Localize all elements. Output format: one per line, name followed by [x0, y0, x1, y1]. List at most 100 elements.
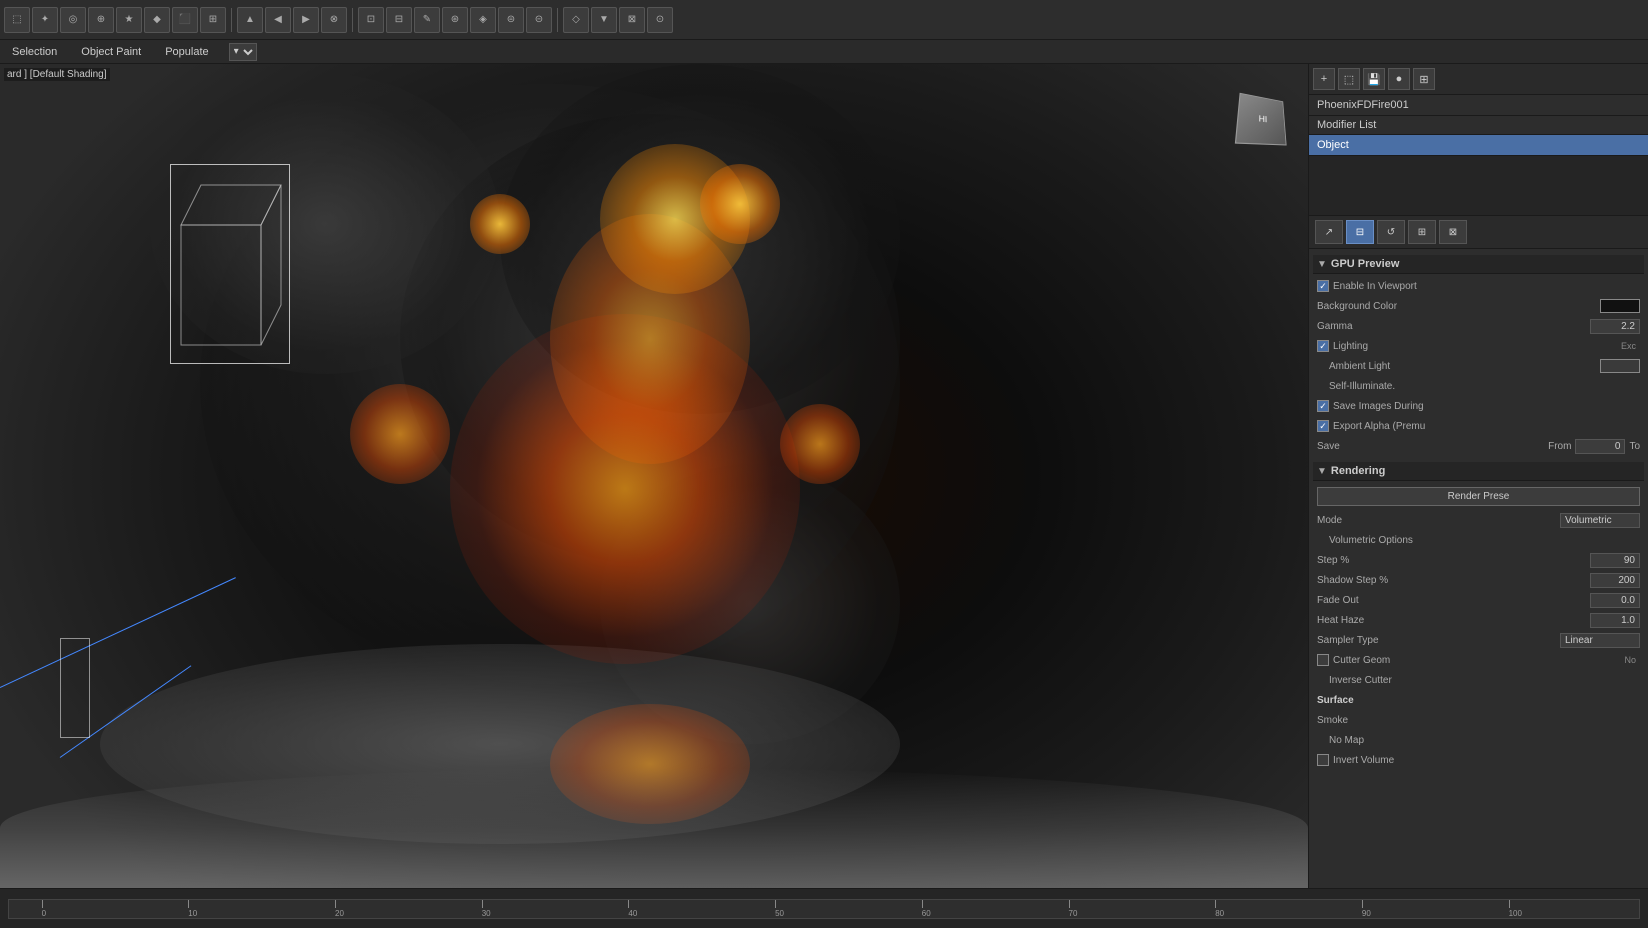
timeline-ruler[interactable]: 0 10 20 30 40 50 60 70 80 90 100 [8, 899, 1640, 919]
tick-70 [1069, 900, 1070, 908]
shadow-step-value[interactable]: 200 [1590, 573, 1640, 588]
save-from-value[interactable]: 0 [1575, 439, 1625, 454]
fire-glow-5 [470, 194, 530, 254]
toolbar-icon-4[interactable]: ⊕ [88, 7, 114, 33]
label-0: 0 [42, 909, 46, 918]
toolbar-icon-8[interactable]: ⊞ [200, 7, 226, 33]
fire-glow-7 [780, 404, 860, 484]
modifier-list-item[interactable]: Object [1309, 135, 1648, 156]
toolbar-icon-3[interactable]: ◎ [60, 7, 86, 33]
lighting-checkbox[interactable]: ✓ [1317, 340, 1329, 352]
enable-viewport-checkbox[interactable]: ✓ [1317, 280, 1329, 292]
panel-header-btn-circle[interactable]: ● [1388, 68, 1410, 90]
panel-tab-3[interactable]: ↺ [1377, 220, 1405, 244]
ground-smoke [0, 768, 1308, 888]
toolbar-icon-5[interactable]: ★ [116, 7, 142, 33]
toolbar-icon-2[interactable]: ✦ [32, 7, 58, 33]
export-alpha-checkbox[interactable]: ✓ [1317, 420, 1329, 432]
toolbar-icon-15[interactable]: ✎ [414, 7, 440, 33]
nav-cube[interactable]: HI [1235, 93, 1287, 146]
toolbar-icon-14[interactable]: ⊟ [386, 7, 412, 33]
panel-tab-1[interactable]: ↗ [1315, 220, 1343, 244]
fade-out-value[interactable]: 0.0 [1590, 593, 1640, 608]
inverse-cutter-label: Inverse Cutter [1329, 675, 1640, 686]
label-100: 100 [1509, 909, 1522, 918]
label-30: 30 [482, 909, 491, 918]
wireframe-small [60, 638, 90, 738]
wireframe-box [170, 164, 290, 364]
toolbar-icon-13[interactable]: ⊡ [358, 7, 384, 33]
toolbar-icon-19[interactable]: ⊝ [526, 7, 552, 33]
tick-40 [628, 900, 629, 908]
mode-value[interactable]: Volumetric [1560, 513, 1640, 528]
cutter-geom-value: No [1590, 654, 1640, 666]
toolbar-icon-20[interactable]: ◇ [563, 7, 589, 33]
invert-volume-row: Invert Volume [1313, 750, 1644, 770]
heat-haze-value[interactable]: 1.0 [1590, 613, 1640, 628]
toolbar-icon-9[interactable]: ▲ [237, 7, 263, 33]
toolbar-icon-1[interactable]: ⬚ [4, 7, 30, 33]
menu-populate[interactable]: Populate [161, 44, 212, 60]
toolbar-icon-11[interactable]: ▶ [293, 7, 319, 33]
rendering-section-header[interactable]: ▼ Rendering [1313, 462, 1644, 481]
right-panel: + ⬚ 💾 ● ⊞ PhoenixFDFire001 Modifier List… [1308, 64, 1648, 888]
nav-cube-label: HI [1259, 114, 1268, 124]
toolbar-icon-10[interactable]: ◀ [265, 7, 291, 33]
toolbar-icon-18[interactable]: ⊜ [498, 7, 524, 33]
panel-tab-5[interactable]: ⊠ [1439, 220, 1467, 244]
viewport[interactable]: ard ] [Default Shading] [0, 64, 1308, 888]
menu-dropdown-select[interactable]: ▾ [229, 43, 257, 61]
cutter-geom-row: Cutter Geom No [1313, 650, 1644, 670]
tick-30 [482, 900, 483, 908]
panel-tab-4[interactable]: ⊞ [1408, 220, 1436, 244]
panel-header-btn-save[interactable]: 💾 [1363, 68, 1385, 90]
viewport-label: ard ] [Default Shading] [4, 68, 110, 81]
label-70: 70 [1069, 909, 1078, 918]
toolbar-icon-17[interactable]: ◈ [470, 7, 496, 33]
ambient-light-swatch[interactable] [1600, 359, 1640, 373]
sampler-type-value[interactable]: Linear [1560, 633, 1640, 648]
menu-selection[interactable]: Selection [8, 44, 61, 60]
toolbar-icon-12[interactable]: ⊗ [321, 7, 347, 33]
mode-row: Mode Volumetric [1313, 510, 1644, 530]
toolbar-icon-16[interactable]: ⊛ [442, 7, 468, 33]
toolbar-icon-21[interactable]: ▼ [591, 7, 617, 33]
enable-viewport-row: ✓ Enable In Viewport [1313, 276, 1644, 296]
rendering-title: Rendering [1331, 465, 1385, 477]
tick-100 [1509, 900, 1510, 908]
render-preset-btn[interactable]: Render Prese [1317, 487, 1640, 506]
gpu-preview-section-header[interactable]: ▼ GPU Preview [1313, 255, 1644, 274]
panel-header-btn-square[interactable]: ⬚ [1338, 68, 1360, 90]
step-percent-value[interactable]: 90 [1590, 553, 1640, 568]
toolbar-sep-2 [352, 8, 353, 32]
panel-header-btn-plus[interactable]: + [1313, 68, 1335, 90]
menu-object-paint[interactable]: Object Paint [77, 44, 145, 60]
gamma-value[interactable]: 2.2 [1590, 319, 1640, 334]
lighting-extra: Exc [1590, 340, 1640, 352]
toolbar-sep-1 [231, 8, 232, 32]
object-name: PhoenixFDFire001 [1317, 99, 1409, 111]
bg-color-label: Background Color [1317, 301, 1600, 312]
shadow-step-label: Shadow Step % [1317, 575, 1590, 586]
cutter-geom-checkbox[interactable] [1317, 654, 1329, 666]
step-percent-row: Step % 90 [1313, 550, 1644, 570]
menu-dropdown[interactable]: ▾ [229, 43, 257, 61]
self-illuminate-row: Self-Illuminate. [1313, 376, 1644, 396]
save-images-checkbox[interactable]: ✓ [1317, 400, 1329, 412]
toolbar-icon-7[interactable]: ⬛ [172, 7, 198, 33]
toolbar-icon-6[interactable]: ◆ [144, 7, 170, 33]
timeline: 0 10 20 30 40 50 60 70 80 90 100 [0, 888, 1648, 928]
bg-color-swatch[interactable] [1600, 299, 1640, 313]
toolbar-icon-22[interactable]: ⊠ [619, 7, 645, 33]
menu-bar: Selection Object Paint Populate ▾ [0, 40, 1648, 64]
invert-volume-checkbox[interactable] [1317, 754, 1329, 766]
properties-content[interactable]: ▼ GPU Preview ✓ Enable In Viewport Backg… [1309, 249, 1648, 888]
export-alpha-label: Export Alpha (Premu [1333, 421, 1640, 432]
panel-header-btn-grid[interactable]: ⊞ [1413, 68, 1435, 90]
volumetric-options-label: Volumetric Options [1329, 535, 1640, 546]
label-50: 50 [775, 909, 784, 918]
toolbar-icon-23[interactable]: ⊙ [647, 7, 673, 33]
panel-tab-2[interactable]: ⊟ [1346, 220, 1374, 244]
tick-0 [42, 900, 43, 908]
explosion-scene: HI [0, 64, 1308, 888]
